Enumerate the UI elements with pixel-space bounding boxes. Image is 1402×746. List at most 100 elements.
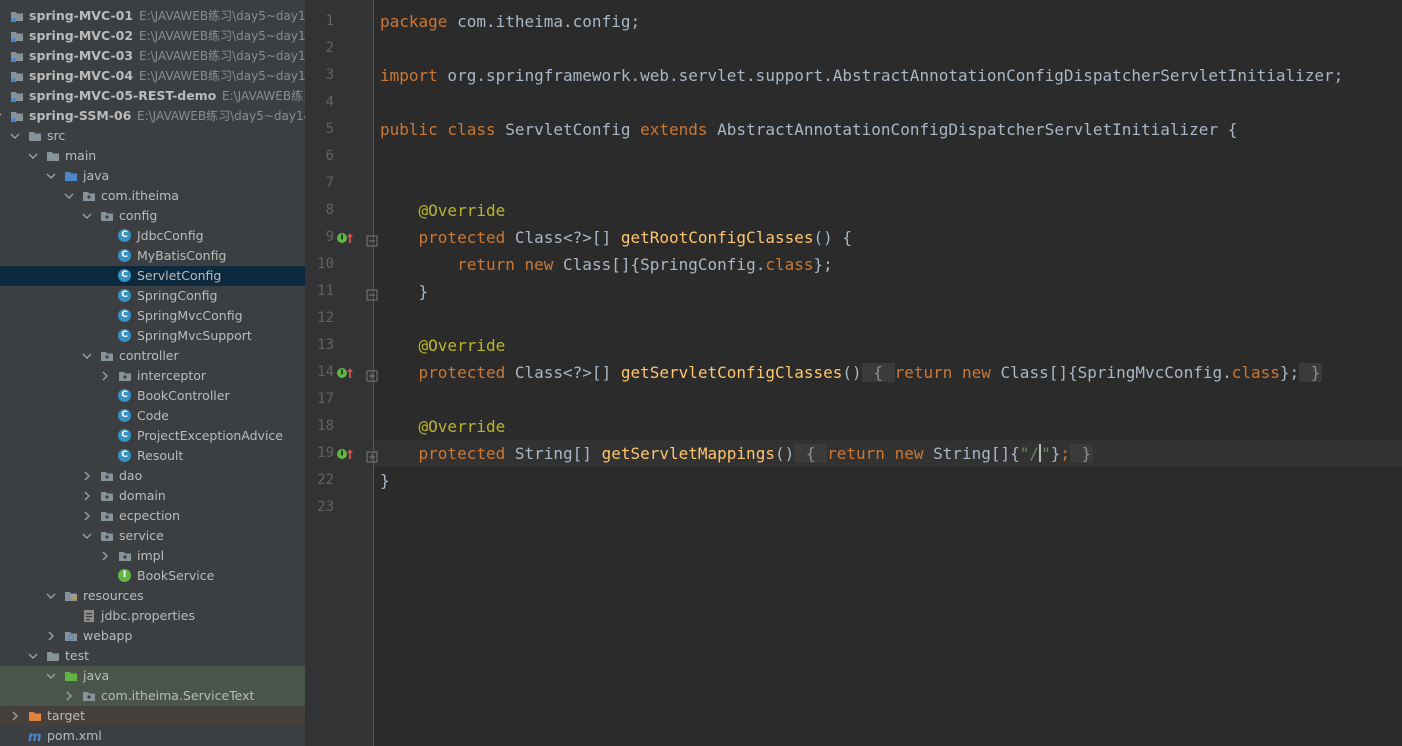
code-line-11[interactable]: } [380, 278, 429, 305]
tree-package-dao[interactable]: dao [0, 466, 305, 486]
tree-package-service[interactable]: service [0, 526, 305, 546]
tree-package-com-itheima[interactable]: com.itheima [0, 186, 305, 206]
fold-expand-icon[interactable] [366, 367, 378, 382]
tree-file-jdbcconfig[interactable]: C JdbcConfig [0, 226, 305, 246]
icon-letter: C [118, 269, 131, 282]
tree-package-impl[interactable]: impl [0, 546, 305, 566]
code-line-19[interactable]: protected String[] getServletMappings() … [380, 440, 1094, 467]
fold-end-icon[interactable] [366, 286, 378, 301]
line-number: 22 [317, 472, 334, 488]
code-line-3[interactable]: import org.springframework.web.servlet.s… [380, 62, 1343, 89]
tree-file-servletconfig[interactable]: C ServletConfig [0, 266, 305, 286]
line-number: 5 [325, 121, 334, 137]
chevron-right-icon[interactable] [100, 371, 110, 381]
tree-folder-test[interactable]: test [0, 646, 305, 666]
srcfolder-icon [64, 169, 78, 183]
tree-file-springmvcconfig[interactable]: C SpringMvcConfig [0, 306, 305, 326]
tree-file-springconfig[interactable]: C SpringConfig [0, 286, 305, 306]
chevron-right-icon[interactable] [100, 551, 110, 561]
code-line-9[interactable]: protected Class<?>[] getRootConfigClasse… [380, 224, 852, 251]
code-line-17[interactable]: @Override [380, 413, 506, 440]
icon-letter: C [118, 409, 131, 422]
tree-item-label: interceptor [137, 368, 207, 383]
chevron-down-icon[interactable] [46, 171, 56, 181]
tree-item-label: src [47, 128, 66, 143]
tree-folder-src[interactable]: src [0, 126, 305, 146]
chevron-down-icon[interactable] [82, 351, 92, 361]
tree-module-5[interactable]: spring-SSM-06 E:\JAVAWEB练习\day5~day14课 [0, 106, 305, 126]
chevron-down-icon[interactable] [10, 131, 20, 141]
tree-file-code[interactable]: C Code [0, 406, 305, 426]
folded-region[interactable]: { [794, 444, 828, 463]
chevron-down-icon[interactable] [0, 111, 2, 121]
code-line-22[interactable]: } [380, 467, 390, 494]
tree-file-mybatisconfig[interactable]: C MyBatisConfig [0, 246, 305, 266]
keyword: class [765, 255, 814, 274]
tree-folder-main[interactable]: main [0, 146, 305, 166]
tree-folder-test-java[interactable]: java [0, 666, 305, 686]
code-text: org.springframework.web.servlet.support.… [437, 66, 1344, 85]
code-line-13[interactable]: @Override [380, 332, 506, 359]
tree-item-label: ServletConfig [137, 268, 222, 283]
tree-file-bookcontroller[interactable]: C BookController [0, 386, 305, 406]
chevron-right-icon[interactable] [82, 471, 92, 481]
tree-file-resoult[interactable]: C Resoult [0, 446, 305, 466]
tree-package-config[interactable]: config [0, 206, 305, 226]
folded-region[interactable]: } [1299, 363, 1323, 382]
chevron-down-icon[interactable] [46, 671, 56, 681]
chevron-down-icon[interactable] [82, 531, 92, 541]
tree-file-projectexceptionadvice[interactable]: C ProjectExceptionAdvice [0, 426, 305, 446]
tree-module-2[interactable]: spring-MVC-03 E:\JAVAWEB练习\day5~day14课 [0, 46, 305, 66]
keyword: return [827, 444, 885, 463]
tree-file-bookservice[interactable]: I BookService [0, 566, 305, 586]
tree-package-interceptor[interactable]: interceptor [0, 366, 305, 386]
tree-folder-resources[interactable]: resources [0, 586, 305, 606]
folded-region[interactable]: } [1069, 444, 1094, 463]
icon-letter: C [118, 389, 131, 402]
chevron-down-icon[interactable] [28, 651, 38, 661]
chevron-right-icon[interactable] [10, 711, 20, 721]
target-icon [28, 709, 42, 723]
chevron-right-icon[interactable] [82, 511, 92, 521]
tree-folder-webapp[interactable]: webapp [0, 626, 305, 646]
tree-package-ecpection[interactable]: ecpection [0, 506, 305, 526]
tree-module-1[interactable]: spring-MVC-02 E:\JAVAWEB练习\day5~day14课 [0, 26, 305, 46]
testfolder-icon [64, 669, 78, 683]
code-line-1[interactable]: package com.itheima.config; [380, 8, 640, 35]
folded-region[interactable]: { [861, 363, 895, 382]
tree-file-jdbc-properties[interactable]: jdbc.properties [0, 606, 305, 626]
chevron-down-icon[interactable] [64, 191, 74, 201]
project-tree-panel[interactable]: spring-MVC-01E:\JAVAWEB练习\day5~day14课spr… [0, 0, 305, 746]
code-line-14[interactable]: protected Class<?>[] getServletConfigCla… [380, 359, 1323, 386]
chevron-right-icon[interactable] [46, 631, 56, 641]
chevron-right-icon[interactable] [82, 491, 92, 501]
chevron-down-icon[interactable] [82, 211, 92, 221]
icon-letter: C [118, 449, 131, 462]
tree-file-springmvcsupport[interactable]: C SpringMvcSupport [0, 326, 305, 346]
tree-package-domain[interactable]: domain [0, 486, 305, 506]
code-line-5[interactable]: public class ServletConfig extends Abstr… [380, 116, 1237, 143]
override-marker-icon[interactable] [336, 446, 356, 462]
code-editor[interactable]: 1 2 3 4 5 6 7 8 9 10 11 12 13 14 17 18 19 22 23 package co… [306, 0, 1402, 746]
tree-module-4[interactable]: spring-MVC-05-REST-demo E:\JAVAWEB练习\day5 [0, 86, 305, 106]
tree-file-pom[interactable]: m pom.xml [0, 726, 305, 746]
chevron-down-icon[interactable] [28, 151, 38, 161]
tree-folder-java[interactable]: java [0, 166, 305, 186]
tree-folder-target[interactable]: target [0, 706, 305, 726]
override-marker-icon[interactable] [336, 230, 356, 246]
fold-collapse-icon[interactable] [366, 232, 378, 247]
keyword: return [457, 255, 515, 274]
tree-module-3[interactable]: spring-MVC-04 E:\JAVAWEB练习\day5~day14课 [0, 66, 305, 86]
code-line-8[interactable]: @Override [380, 197, 506, 224]
annotation: @Override [418, 201, 506, 220]
fold-expand-icon[interactable] [366, 448, 378, 463]
code-line-10[interactable]: return new Class[]{SpringConfig.class}; [380, 251, 833, 278]
chevron-down-icon[interactable] [46, 591, 56, 601]
tree-item-label: com.itheima [101, 188, 179, 203]
tree-package-servicetext[interactable]: com.itheima.ServiceText [0, 686, 305, 706]
tree-module-0[interactable]: spring-MVC-01 E:\JAVAWEB练习\day5~day14课 [0, 6, 305, 26]
override-marker-icon[interactable] [336, 365, 356, 381]
pkg-icon [100, 489, 114, 503]
tree-package-controller[interactable]: controller [0, 346, 305, 366]
chevron-right-icon[interactable] [64, 691, 74, 701]
